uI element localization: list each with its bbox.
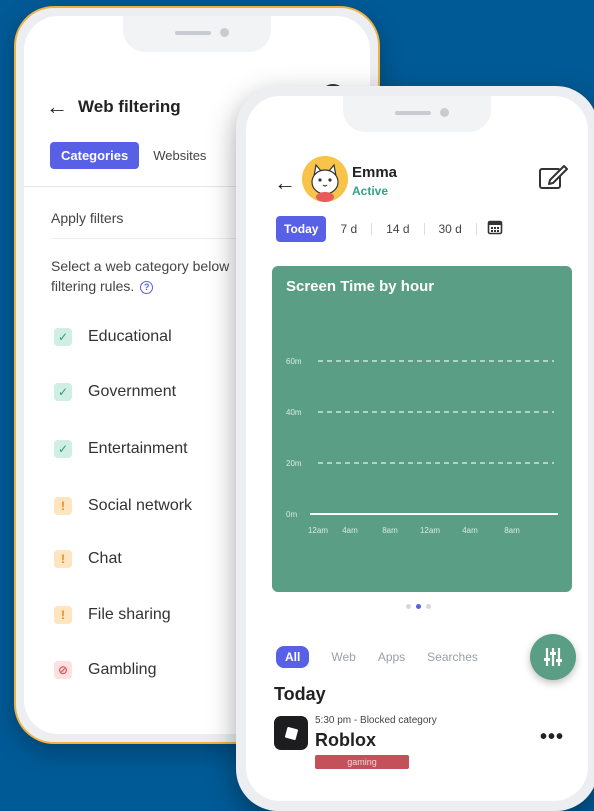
filter-web[interactable]: Web	[331, 650, 355, 664]
category-item-file-sharing[interactable]: ! File sharing	[54, 606, 171, 624]
entry-meta: 5:30 pm - Blocked category	[315, 715, 437, 726]
exclamation-icon: !	[54, 606, 72, 624]
filter-searches[interactable]: Searches	[427, 650, 478, 664]
category-label: File sharing	[88, 606, 171, 623]
profile-name: Emma	[352, 164, 398, 181]
y-tick-label: 20m	[286, 459, 302, 468]
category-item-chat[interactable]: ! Chat	[54, 550, 122, 568]
filter-tabs: Categories Websites	[50, 142, 210, 169]
back-arrow-icon[interactable]: ←	[46, 94, 68, 120]
range-7d[interactable]: 7 d	[326, 222, 371, 236]
tab-websites[interactable]: Websites	[149, 142, 210, 169]
check-icon: ✓	[54, 328, 72, 346]
x-tick-label: 8am	[504, 526, 520, 535]
page-dot[interactable]	[406, 604, 411, 609]
filter-all[interactable]: All	[276, 646, 310, 668]
speaker-slot	[175, 31, 211, 35]
edit-icon[interactable]	[538, 164, 568, 195]
category-label: Social network	[88, 497, 193, 514]
speaker-slot	[395, 111, 431, 115]
range-30d[interactable]: 30 d	[425, 222, 476, 236]
check-icon: ✓	[54, 440, 72, 458]
exclamation-icon: !	[54, 550, 72, 568]
page-dot-active[interactable]	[416, 604, 421, 609]
category-label: Educational	[88, 328, 172, 345]
range-14d[interactable]: 14 d	[372, 222, 423, 236]
range-today[interactable]: Today	[276, 216, 327, 242]
filter-sliders-button[interactable]	[530, 634, 576, 680]
check-icon: ✓	[54, 383, 72, 401]
category-item-government[interactable]: ✓ Government	[54, 383, 176, 401]
category-label: Entertainment	[88, 440, 188, 457]
chart-canvas: 0m 20m 40m 60m 12am 4am 8am 12am 4am 8am	[286, 357, 558, 535]
blocked-icon: ⊘	[54, 661, 72, 679]
y-tick-label: 60m	[286, 357, 302, 366]
avatar[interactable]	[302, 156, 348, 202]
help-icon[interactable]: ?	[140, 281, 154, 294]
camera-dot	[220, 28, 229, 37]
tab-categories[interactable]: Categories	[50, 142, 140, 169]
category-item-social-network[interactable]: ! Social network	[54, 497, 192, 515]
page-title: Web filtering	[78, 97, 181, 116]
activity-filter-chips: All Web Apps Searches	[276, 646, 478, 668]
back-arrow-icon[interactable]: ←	[274, 170, 296, 196]
phone-notch	[343, 96, 491, 132]
more-options-icon[interactable]: •••	[540, 726, 564, 749]
status-badge: Active	[352, 184, 389, 198]
entry-name[interactable]: Roblox	[315, 730, 376, 751]
x-tick-label: 8am	[382, 526, 398, 535]
exclamation-icon: !	[54, 497, 72, 515]
calendar-icon[interactable]	[487, 219, 503, 240]
category-label: Gambling	[88, 661, 157, 678]
section-title: Today	[274, 684, 326, 704]
screen-time-chart: Screen Time by hour 0m 20m 40m 60m 12am 4am 8a…	[272, 266, 572, 592]
category-label: Government	[88, 383, 177, 400]
x-tick-label: 4am	[342, 526, 358, 535]
apply-filters-label[interactable]: Apply filters	[51, 210, 123, 226]
category-item-educational[interactable]: ✓ Educational	[54, 328, 172, 346]
filter-apps[interactable]: Apps	[378, 650, 405, 664]
sliders-icon	[544, 648, 562, 666]
roblox-app-icon	[274, 716, 308, 750]
x-tick-label: 12am	[420, 526, 440, 535]
activity-phone: ← Emma Active Today 7 d 14 d 30 d Screen…	[236, 86, 594, 811]
page-dot[interactable]	[426, 604, 431, 609]
activity-screen: ← Emma Active Today 7 d 14 d 30 d Screen…	[246, 96, 588, 801]
category-label: Chat	[88, 550, 122, 567]
camera-dot	[440, 108, 449, 117]
x-tick-label: 12am	[308, 526, 328, 535]
time-range-selector: Today 7 d 14 d 30 d	[276, 216, 503, 242]
x-tick-label: 4am	[462, 526, 478, 535]
y-tick-label: 0m	[286, 510, 297, 519]
web-filtering-header: ← Web filtering	[46, 94, 181, 120]
y-tick-label: 40m	[286, 408, 302, 417]
cat-avatar-icon	[302, 156, 348, 202]
category-tag: gaming	[315, 755, 409, 769]
category-item-entertainment[interactable]: ✓ Entertainment	[54, 440, 188, 458]
category-item-gambling[interactable]: ⊘ Gambling	[54, 661, 156, 679]
phone-notch	[123, 16, 271, 52]
pagination-dots	[406, 604, 431, 609]
divider	[475, 223, 477, 235]
